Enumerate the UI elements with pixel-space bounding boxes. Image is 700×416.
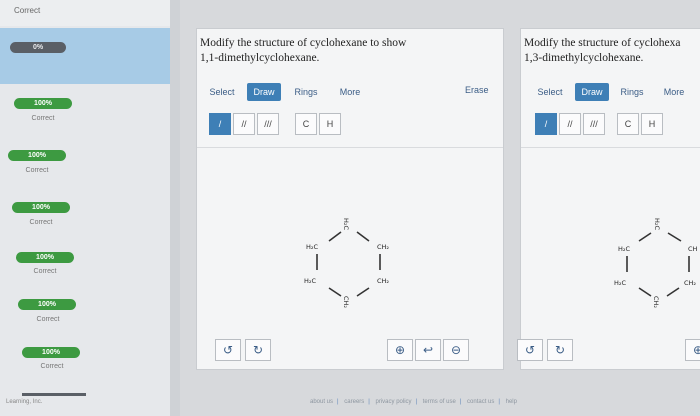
footer-links: about us | careers | privacy policy | terms…: [310, 399, 521, 411]
footer-link-terms[interactable]: terms of use: [423, 399, 456, 405]
footer-link-help[interactable]: help: [506, 399, 517, 405]
footer-link-contact[interactable]: contact us: [467, 399, 494, 405]
atom-top-left-2[interactable]: H₂C: [618, 245, 630, 253]
question-2-prompt: Modify the structure of cyclohexa 1,3-di…: [524, 36, 700, 66]
reset-view-button[interactable]: ↩: [415, 339, 441, 361]
hydrogen-atom-button-2[interactable]: H: [641, 113, 663, 135]
atom-top[interactable]: H₂C: [342, 218, 350, 230]
footer-separator: |: [459, 399, 462, 405]
cyclohexane-structure[interactable]: H₂C CH₂ CH₂ CH₂ H₂C H₂C: [197, 148, 505, 334]
question-6-score[interactable]: 100%: [22, 347, 80, 358]
atom-bottom-right-2[interactable]: CH₂: [684, 279, 696, 287]
hydrogen-atom-button[interactable]: H: [319, 113, 341, 135]
footer-link-about[interactable]: about us: [310, 399, 333, 405]
tab-select-2[interactable]: Select: [533, 83, 567, 101]
atom-top-left[interactable]: H₂C: [306, 243, 318, 251]
sidebar: Correct 0% 100% Correct 100% Correct 100…: [0, 0, 170, 416]
atom-bottom-left[interactable]: H₂C: [304, 277, 316, 285]
question-1-score[interactable]: 100%: [14, 98, 72, 109]
footer-link-careers[interactable]: careers: [344, 399, 364, 405]
mode-tabs-2: Select Draw Rings More: [521, 81, 700, 105]
drawing-canvas-2[interactable]: H₂C CH CH₂ CH₂ H₂C H₂C: [521, 148, 700, 334]
undo-button[interactable]: ↺: [215, 339, 241, 361]
question-3-status: Correct: [29, 219, 53, 226]
question-3-score[interactable]: 100%: [12, 202, 70, 213]
double-bond-button[interactable]: //: [233, 113, 255, 135]
tab-more[interactable]: More: [335, 83, 365, 101]
question-panel-1: Modify the structure of cyclohexane to s…: [196, 28, 504, 370]
question-2-prompt-line2: 1,3-dimethylcyclohexane.: [524, 52, 644, 64]
zoom-in-button-2[interactable]: ⊕: [685, 339, 700, 361]
drawing-canvas[interactable]: H₂C CH₂ CH₂ CH₂ H₂C H₂C: [197, 148, 503, 334]
ring-bonds: [316, 231, 381, 297]
triple-bond-button[interactable]: ///: [257, 113, 279, 135]
tab-more-2[interactable]: More: [659, 83, 689, 101]
mode-tabs: Select Draw Rings More Erase: [197, 81, 503, 105]
footer-link-privacy[interactable]: privacy policy: [376, 399, 412, 405]
draw-toolbar-2: / // /// C H: [521, 113, 700, 137]
tab-select[interactable]: Select: [205, 83, 239, 101]
atom-bottom-left-2[interactable]: H₂C: [614, 279, 626, 287]
question-2-score[interactable]: 100%: [8, 150, 66, 161]
carbon-atom-button-2[interactable]: C: [617, 113, 639, 135]
question-5-status: Correct: [36, 316, 60, 323]
question-6-status: Correct: [40, 363, 64, 370]
footer-separator: |: [337, 399, 339, 405]
sidebar-scrollbar[interactable]: [22, 393, 86, 396]
carbon-atom-button[interactable]: C: [295, 113, 317, 135]
tab-draw[interactable]: Draw: [247, 83, 281, 101]
overall-progress-badge: 0%: [10, 42, 66, 53]
single-bond-button-2[interactable]: /: [535, 113, 557, 135]
footer-separator: |: [415, 399, 418, 405]
question-1-status: Correct: [31, 115, 55, 122]
sidebar-footer: Learning, Inc.: [6, 399, 43, 405]
question-1-prompt: Modify the structure of cyclohexane to s…: [200, 36, 500, 66]
question-1-prompt-line2: 1,1-dimethylcyclohexane.: [200, 52, 320, 64]
question-2-status: Correct: [25, 167, 49, 174]
tab-draw-2[interactable]: Draw: [575, 83, 609, 101]
sidebar-header: Correct: [0, 0, 170, 26]
canvas-controls: ↺ ↻ ⊕ ↩ ⊖: [197, 334, 503, 370]
question-1-prompt-line1: Modify the structure of cyclohexane to s…: [200, 37, 407, 49]
footer-separator: |: [498, 399, 500, 405]
undo-button-2[interactable]: ↺: [517, 339, 543, 361]
draw-toolbar: / // /// C H: [197, 113, 503, 137]
question-4-score[interactable]: 100%: [16, 252, 74, 263]
redo-button-2[interactable]: ↻: [547, 339, 573, 361]
question-4-status: Correct: [33, 268, 57, 275]
question-panel-2: Modify the structure of cyclohexa 1,3-di…: [517, 28, 700, 370]
tab-rings-2[interactable]: Rings: [617, 83, 647, 101]
canvas-controls-2: ↺ ↻ ⊕: [517, 334, 700, 370]
atom-bottom-right[interactable]: CH₂: [377, 277, 389, 285]
atom-bottom[interactable]: CH₂: [342, 296, 350, 308]
atom-top-right-2[interactable]: CH: [688, 245, 698, 253]
triple-bond-button-2[interactable]: ///: [583, 113, 605, 135]
double-bond-button-2[interactable]: //: [559, 113, 581, 135]
current-question-band[interactable]: [0, 28, 170, 84]
sidebar-gap: [170, 0, 180, 416]
sidebar-header-label: Correct: [14, 6, 41, 15]
erase-button[interactable]: Erase: [465, 85, 489, 95]
cyclohexane-structure-2[interactable]: H₂C CH CH₂ CH₂ H₂C H₂C: [521, 148, 700, 334]
atom-top-right[interactable]: CH₂: [377, 243, 389, 251]
atom-bottom-2[interactable]: CH₂: [652, 296, 660, 308]
question-2-prompt-line1: Modify the structure of cyclohexa: [524, 37, 681, 49]
ring-bonds-2: [626, 232, 690, 297]
zoom-out-button[interactable]: ⊖: [443, 339, 469, 361]
zoom-in-button[interactable]: ⊕: [387, 339, 413, 361]
question-5-score[interactable]: 100%: [18, 299, 76, 310]
atom-top-2[interactable]: H₂C: [653, 218, 661, 230]
tab-rings[interactable]: Rings: [291, 83, 321, 101]
footer-separator: |: [368, 399, 370, 405]
redo-button[interactable]: ↻: [245, 339, 271, 361]
single-bond-button[interactable]: /: [209, 113, 231, 135]
